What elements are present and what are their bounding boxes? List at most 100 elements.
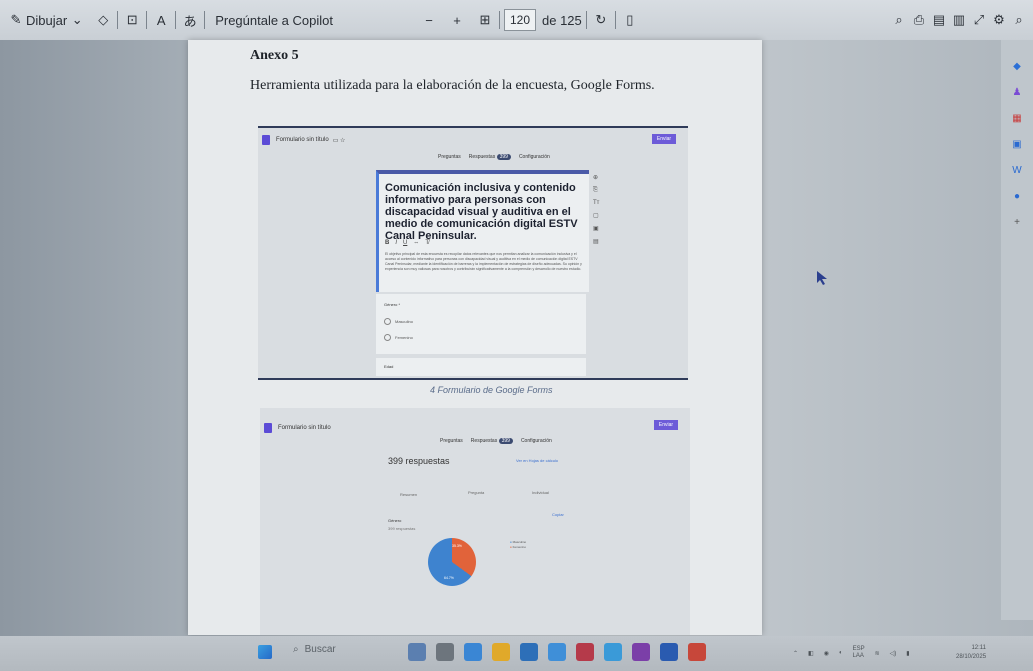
pdf-toolbar: ✎ Dibujar ⌄ ◇ ⊡ A あ Pregúntale a Copilot… bbox=[0, 0, 1033, 40]
page-total: de 125 bbox=[542, 12, 582, 28]
page-number-input[interactable]: 120 bbox=[504, 9, 536, 31]
mouse-cursor-icon bbox=[817, 271, 827, 285]
print-icon[interactable]: ⎙ bbox=[909, 10, 929, 30]
subtab-question: Pregunta bbox=[468, 490, 485, 495]
widgets-icon[interactable] bbox=[408, 643, 426, 661]
save-icon[interactable]: ▤ bbox=[929, 10, 949, 30]
chart-question-label: Género bbox=[388, 518, 402, 523]
figure-caption: 4 Formulario de Google Forms bbox=[430, 385, 553, 395]
search-icon: ⌕ bbox=[293, 644, 299, 655]
subtab-summary: Resumen bbox=[400, 492, 418, 497]
volume-icon[interactable]: ◁) bbox=[890, 650, 897, 657]
system-tray: ⌃ ◧ ◉ ◐ ESP LAA ≋ ◁) ▮ bbox=[793, 646, 910, 660]
app-icon[interactable] bbox=[688, 643, 706, 661]
settings-icon[interactable]: ⚙ bbox=[989, 10, 1009, 30]
zoom-in-button[interactable]: + bbox=[447, 10, 467, 30]
fullscreen-icon[interactable]: ⤢ bbox=[969, 10, 989, 30]
onenote-icon[interactable] bbox=[632, 643, 650, 661]
store-icon[interactable] bbox=[520, 643, 538, 661]
taskbar-search[interactable]: ⌕ Buscar bbox=[293, 644, 336, 655]
search-sidebar-icon[interactable]: ⌕ bbox=[1009, 10, 1029, 30]
save-as-icon[interactable]: ▥ bbox=[949, 10, 969, 30]
copilot-label: Pregúntale a Copilot bbox=[215, 12, 333, 28]
option-item: Masculino bbox=[384, 318, 413, 325]
app-icon[interactable] bbox=[604, 643, 622, 661]
send-button: Enviar bbox=[654, 420, 678, 430]
clock[interactable]: 12:11 28/10/2025 bbox=[956, 644, 986, 662]
zoom-out-button[interactable]: − bbox=[419, 10, 439, 30]
add-title-icon: Tт bbox=[593, 200, 600, 206]
chevron-down-icon: ⌄ bbox=[71, 12, 83, 27]
underline-icon: U bbox=[403, 240, 408, 246]
annex-title: Anexo 5 bbox=[250, 48, 299, 63]
tab-settings: Configuración bbox=[520, 438, 552, 444]
separator bbox=[614, 11, 616, 29]
tray-app-icon[interactable]: ◉ bbox=[824, 650, 829, 657]
form-description: El objetivo principal de esta encuesta e… bbox=[385, 252, 582, 271]
add-icon[interactable]: + bbox=[1011, 216, 1023, 228]
eraser-icon[interactable]: ◇ bbox=[93, 10, 113, 30]
chevron-up-icon[interactable]: ⌃ bbox=[793, 650, 798, 657]
copy-link: Copiar bbox=[552, 512, 564, 517]
clock-time: 12:11 bbox=[971, 645, 987, 651]
subtab-individual: Individual bbox=[532, 490, 549, 495]
tab-questions: Preguntas bbox=[440, 438, 463, 444]
bold-icon: B bbox=[385, 240, 390, 246]
word-icon[interactable] bbox=[660, 643, 678, 661]
form-header: Formulario sin título bbox=[260, 416, 690, 440]
word-icon[interactable]: W bbox=[1011, 164, 1023, 176]
responses-badge: 399 bbox=[498, 438, 513, 444]
task-view-icon[interactable] bbox=[436, 643, 454, 661]
shopping-icon[interactable]: ▦ bbox=[1011, 112, 1023, 124]
question-card: Género * Masculino Femenino bbox=[376, 294, 586, 354]
chart-question-sub: 399 respuestas bbox=[388, 526, 416, 531]
start-button[interactable] bbox=[258, 645, 272, 659]
separator bbox=[175, 11, 177, 29]
edge-icon[interactable] bbox=[464, 643, 482, 661]
pie-label: 64.7% bbox=[444, 576, 454, 580]
form-doc-title: Formulario sin título bbox=[278, 425, 331, 431]
responses-count: 399 respuestas bbox=[388, 456, 450, 466]
outlook-icon[interactable]: ▣ bbox=[1011, 138, 1023, 150]
page-view-icon[interactable]: ▯ bbox=[620, 10, 640, 30]
draw-icon: ✎ bbox=[10, 12, 22, 27]
text-box-icon[interactable]: ⊡ bbox=[122, 10, 142, 30]
pie-chart: 35.3% 64.7% bbox=[428, 538, 476, 586]
office-icon[interactable]: ● bbox=[1011, 190, 1023, 202]
form-editor-image: Formulario sin título ▭ ☆ Enviar Pregunt… bbox=[258, 126, 688, 380]
annex-description: Herramienta utilizada para la elaboració… bbox=[250, 78, 655, 93]
taskbar: ⌕ Buscar ⌃ ◧ ◉ ◐ ESP LAA ≋ ◁) ▮ 12:11 28/… bbox=[0, 636, 1033, 671]
question-label: Edad bbox=[384, 364, 394, 369]
sheets-link: Ver en Hojas de cálculo bbox=[516, 458, 559, 463]
rotate-icon[interactable]: ↻ bbox=[591, 10, 611, 30]
add-section-icon: ▤ bbox=[593, 239, 599, 245]
form-title: Comunicación inclusiva y contenido infor… bbox=[385, 182, 578, 242]
language-indicator[interactable]: ESP LAA bbox=[853, 646, 865, 660]
search-placeholder: Buscar bbox=[304, 644, 336, 655]
clock-date: 28/10/2025 bbox=[956, 654, 987, 660]
file-explorer-icon[interactable] bbox=[492, 643, 510, 661]
chrome-icon[interactable] bbox=[548, 643, 566, 661]
italic-icon: I bbox=[395, 240, 398, 246]
copilot-icon[interactable]: ◆ bbox=[1011, 60, 1023, 72]
search-icon[interactable]: ⌕ bbox=[889, 10, 909, 30]
tab-responses: Respuestas 399 bbox=[471, 438, 513, 444]
form-tabs: Preguntas Respuestas 399 Configuración bbox=[438, 154, 550, 160]
add-video-icon: ▣ bbox=[593, 226, 599, 232]
form-side-tools: ⊕ ⎘ Tт ▢ ▣ ▤ bbox=[593, 174, 603, 245]
separator bbox=[117, 11, 119, 29]
app-n-icon[interactable] bbox=[576, 643, 594, 661]
fit-page-icon[interactable]: ⊞ bbox=[475, 10, 495, 30]
battery-icon[interactable]: ▮ bbox=[906, 650, 909, 657]
tray-app-icon[interactable]: ◧ bbox=[808, 650, 814, 657]
forms-logo-icon bbox=[262, 135, 270, 145]
add-image-icon: ▢ bbox=[593, 213, 599, 219]
draw-button[interactable]: ✎ Dibujar ⌄ bbox=[0, 6, 93, 34]
wifi-icon[interactable]: ≋ bbox=[875, 650, 880, 657]
translate-icon[interactable]: あ bbox=[180, 10, 200, 30]
people-icon[interactable]: ♟ bbox=[1011, 86, 1023, 98]
tab-responses: Respuestas 399 bbox=[469, 154, 511, 160]
copilot-button[interactable]: Pregúntale a Copilot bbox=[209, 6, 339, 34]
tray-app-icon[interactable]: ◐ bbox=[839, 650, 843, 656]
read-aloud-icon[interactable]: A bbox=[151, 10, 171, 30]
